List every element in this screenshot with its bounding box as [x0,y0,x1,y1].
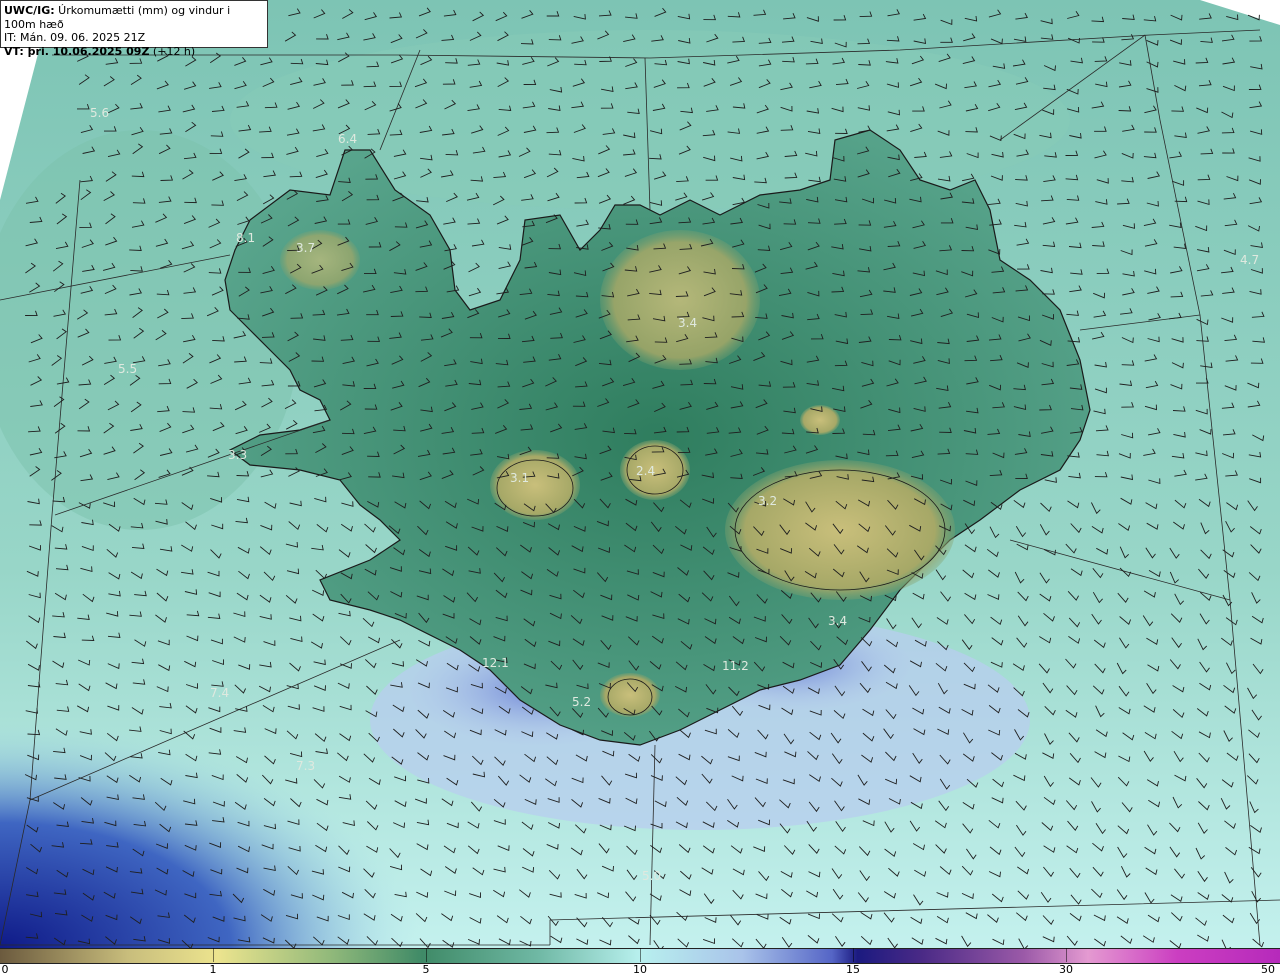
scale-tick-mark [853,948,854,962]
scale-tick-label: 5 [422,963,430,976]
map-label: 6.4 [338,132,357,146]
heavy-rain-corner [0,720,420,948]
myrdalsjokull [600,673,660,717]
lead-time: (+12 h) [149,44,196,58]
map-label: 12.1 [482,656,509,670]
product-title-line: UWC/IG: Úrkomumætti (mm) og vindur i 100… [4,4,264,31]
scale-tick-label: 30 [1059,963,1073,976]
map-label: 5.5 [118,362,137,376]
north-highlands [600,230,760,370]
scale-tick-label: 50 [1261,963,1275,976]
map-label: 11.2 [722,659,749,673]
west-fjords-highland [280,230,360,290]
scale-tick-label: 10 [633,963,647,976]
scale-tick-label: 15 [846,963,860,976]
map-label: 3.1 [510,471,529,485]
map-label: 4.7 [1240,253,1259,267]
map-label: 3.7 [296,241,315,255]
langjokull-glacier [490,450,580,520]
scale-tick-mark [1066,948,1067,962]
color-scale-legend: 0 1 5 10 15 30 50 [0,948,1280,978]
valid-time: VT: þri. 10.06.2025 09Z [4,44,150,58]
scale-tick-mark [213,948,214,962]
map-label: 3.3 [228,448,247,462]
model-label: UWC/IG: [4,4,55,17]
map-label: 2.4 [636,464,655,478]
scale-tick-label: 1 [209,963,217,976]
map-label: 7.3 [296,759,315,773]
map-label: 8.1 [236,231,255,245]
scale-tick-mark [426,948,427,962]
scale-tick-mark [640,948,641,962]
map-label: 3.4 [828,614,847,628]
map-label: 5.6 [90,106,109,120]
map-label: 5.2 [572,695,591,709]
map-label: 3.4 [678,316,697,330]
map-label: 7.4 [210,686,229,700]
map-label: 3.2 [758,494,777,508]
forecast-info-box: UWC/IG: Úrkomumætti (mm) og vindur i 100… [0,0,268,58]
map-label: 5.0 [642,869,661,883]
valid-time-line: VT: þri. 10.06.2025 09Z (+12 h) [4,45,264,59]
scale-tick-label: 0 [1,963,9,976]
precipitation-wind-map: 5.6 6.4 8.1 3.7 5.5 3.4 3.3 3.1 2.4 3.2 … [0,0,1280,948]
init-time: IT: Mán. 09. 06. 2025 21Z [4,31,146,44]
